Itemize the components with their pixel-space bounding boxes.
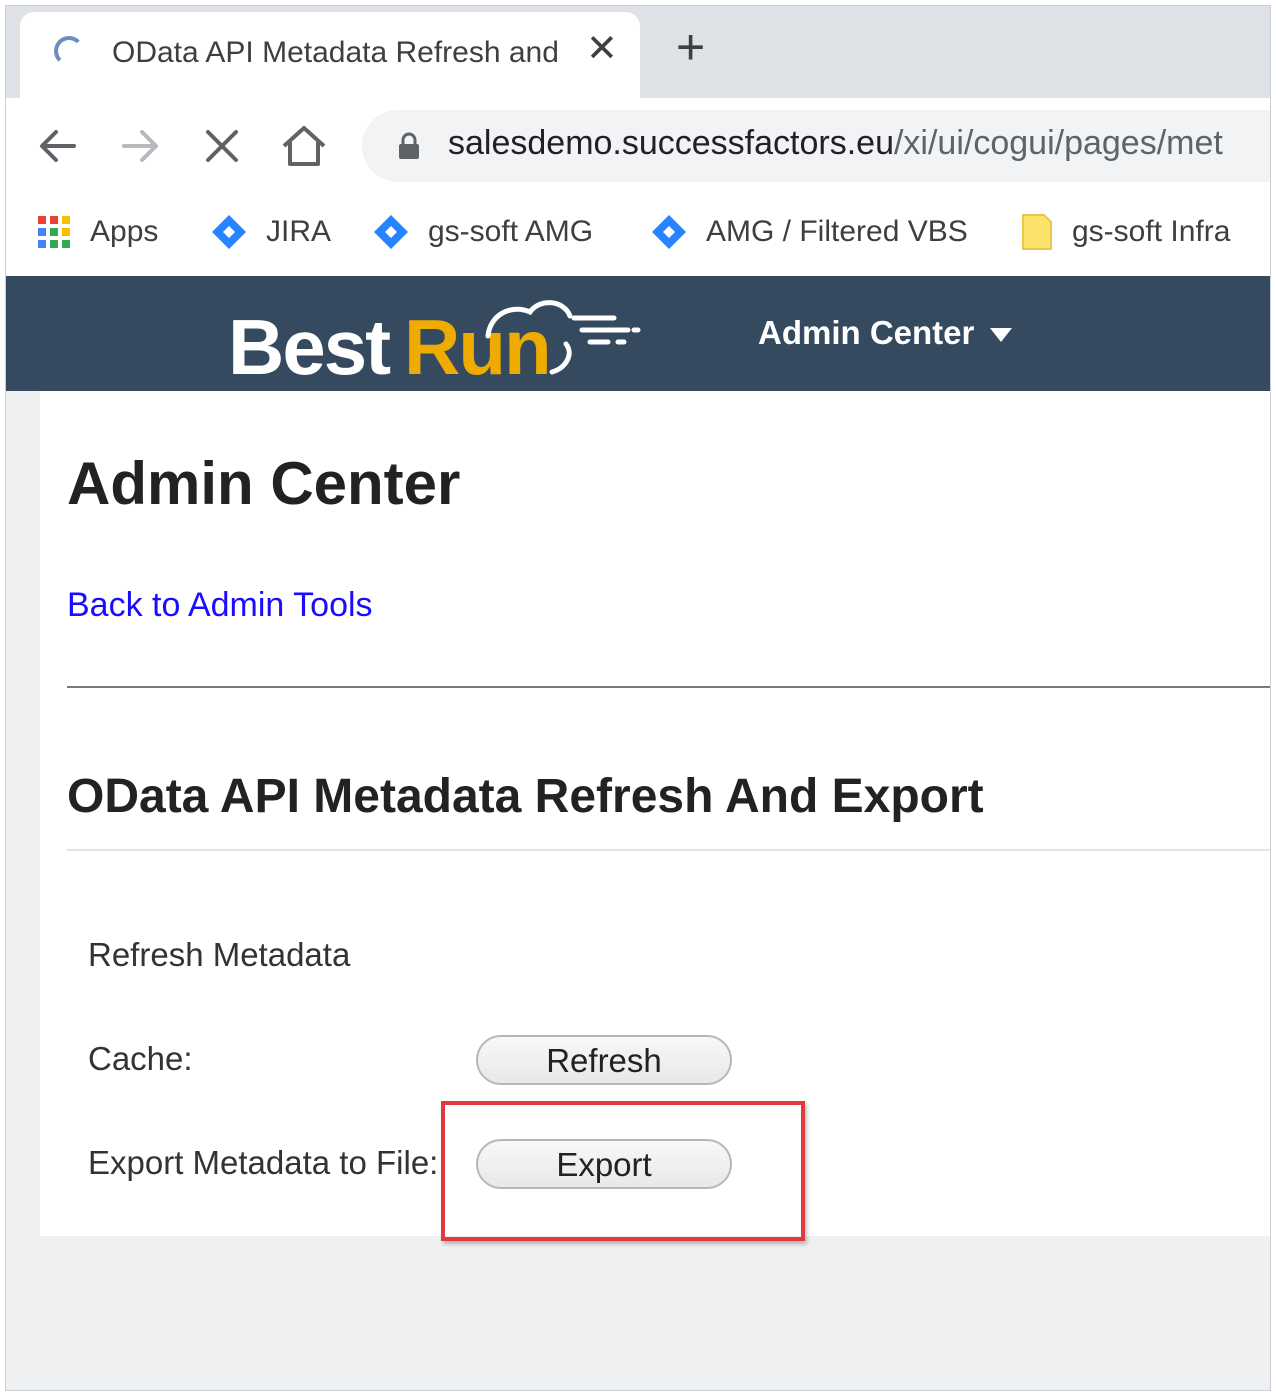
bookmark-gs-soft-infra[interactable]: gs-soft Infra [1020,212,1230,252]
page-title: Admin Center [67,450,461,517]
export-metadata-label: Export Metadata to File: [88,1144,439,1181]
bookmark-label: JIRA [266,215,332,248]
url-path: /xi/ui/cogui/pages/met [893,124,1223,162]
refresh-metadata-heading: Refresh Metadata [88,936,351,973]
admin-center-menu-label: Admin Center [758,314,975,351]
bookmark-label: AMG / Filtered VBS [706,215,968,248]
bookmark-amg-filtered-vbs[interactable]: AMG / Filtered VBS [650,212,968,252]
jira-icon [212,215,246,249]
jira-icon [374,215,408,249]
apps-grid-icon [38,216,70,248]
admin-center-menu[interactable]: Admin Center [758,314,1013,352]
folder-icon [1022,214,1052,250]
logo-cloud-swoosh-icon [485,300,641,375]
bestrun-logo[interactable]: Best Run [228,290,648,391]
logo-best-text: Best [228,303,391,391]
stop-loading-icon[interactable] [194,118,250,174]
bookmarks-bar: Apps JIRA gs-soft AMG AMG / Filtered VBS… [6,194,1270,276]
tab-title: OData API Metadata Refresh and [112,36,559,69]
divider [67,849,1270,851]
caret-down-icon [990,328,1013,343]
bookmark-label: gs-soft AMG [428,215,594,248]
bookmark-jira[interactable]: JIRA [210,212,331,252]
address-bar[interactable]: salesdemo.successfactors.eu/xi/ui/cogui/… [362,110,1270,182]
divider [67,686,1270,688]
refresh-button[interactable]: Refresh [476,1035,732,1085]
url-text[interactable]: salesdemo.successfactors.eu/xi/ui/cogui/… [448,124,1223,163]
bookmark-label: gs-soft Infra [1072,215,1231,248]
section-title: OData API Metadata Refresh And Export [67,770,984,823]
back-to-admin-tools-link[interactable]: Back to Admin Tools [67,586,373,625]
back-arrow-icon[interactable] [30,118,86,174]
cache-label: Cache: [88,1040,193,1077]
forward-arrow-icon[interactable] [112,118,168,174]
browser-tab[interactable]: OData API Metadata Refresh and ✕ [20,12,640,98]
home-icon[interactable] [276,118,332,174]
highlight-box [441,1101,805,1241]
url-host: salesdemo.successfactors.eu [448,124,894,162]
browser-toolbar: salesdemo.successfactors.eu/xi/ui/cogui/… [6,98,1270,194]
tab-close-icon[interactable]: ✕ [586,30,618,68]
bookmark-label: Apps [90,215,159,248]
jira-icon [652,215,686,249]
bookmark-apps[interactable]: Apps [36,212,158,252]
loading-spinner-icon [54,36,84,66]
lock-icon[interactable] [396,132,422,160]
tab-strip: OData API Metadata Refresh and ✕ + [6,6,1270,98]
app-header: Best Run Admin Center [6,276,1270,391]
bookmark-gs-soft-amg[interactable]: gs-soft AMG [372,212,593,252]
new-tab-icon[interactable]: + [676,22,705,72]
